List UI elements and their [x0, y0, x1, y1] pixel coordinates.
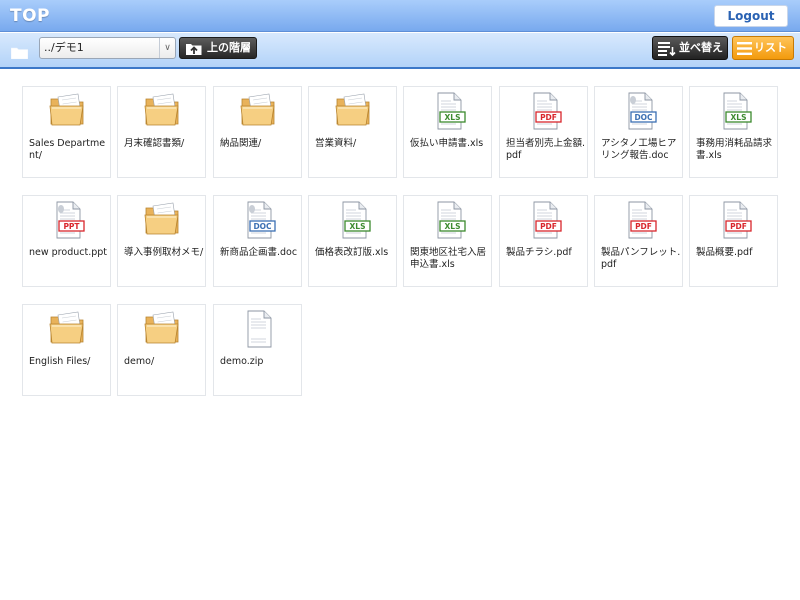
file-item[interactable]: XLS 事務用消耗品請求書.xls — [689, 86, 778, 178]
svg-text:XLS: XLS — [349, 222, 365, 231]
svg-text:DOC: DOC — [253, 222, 272, 231]
list-icon — [737, 42, 752, 55]
file-name: 関東地区社宅入居申込書.xls — [410, 247, 487, 270]
up-level-label: 上の階層 — [207, 41, 251, 54]
list-view-label: リスト — [754, 41, 787, 54]
up-level-button[interactable]: 上の階層 — [179, 37, 257, 59]
doc-file-icon: DOC — [595, 91, 684, 135]
folder-item[interactable]: 月末確認書類/ — [117, 86, 206, 178]
pdf-file-icon: PDF — [500, 91, 589, 135]
file-item[interactable]: PPT new product.ppt — [22, 195, 111, 287]
file-name: アシタノ工場ヒアリング報告.doc — [601, 138, 677, 161]
file-name: demo/ — [124, 356, 155, 367]
xls-file-icon: XLS — [690, 91, 779, 135]
sort-label: 並べ替え — [679, 41, 723, 54]
file-name: 製品概要.pdf — [696, 247, 753, 258]
svg-text:PDF: PDF — [540, 113, 557, 122]
chevron-down-icon: ∨ — [159, 38, 175, 58]
file-name: 事務用消耗品請求書.xls — [696, 138, 773, 161]
file-item[interactable]: DOC 新商品企画書.doc — [213, 195, 302, 287]
file-name: demo.zip — [220, 356, 264, 367]
file-name: 製品パンフレット.pdf — [601, 247, 681, 270]
file-name: English Files/ — [29, 356, 91, 367]
folder-item[interactable]: demo/ — [117, 304, 206, 396]
svg-text:XLS: XLS — [730, 113, 746, 122]
svg-text:PPT: PPT — [63, 222, 80, 231]
file-name: 担当者別売上金額.pdf — [506, 138, 586, 161]
folder-icon — [214, 91, 303, 135]
file-item[interactable]: demo.zip — [213, 304, 302, 396]
svg-text:DOC: DOC — [634, 113, 653, 122]
pdf-file-icon: PDF — [500, 200, 589, 244]
folder-icon — [118, 200, 207, 244]
ppt-file-icon: PPT — [23, 200, 112, 244]
file-item[interactable]: XLS 仮払い申請書.xls — [403, 86, 492, 178]
zip-file-icon — [214, 309, 303, 353]
file-item[interactable]: PDF 担当者別売上金額.pdf — [499, 86, 588, 178]
folder-icon — [23, 309, 112, 353]
folder-icon — [309, 91, 398, 135]
svg-text:PDF: PDF — [635, 222, 652, 231]
sort-button[interactable]: 並べ替え — [652, 36, 728, 60]
folder-icon — [118, 91, 207, 135]
toolbar: ../デモ1 ∨ 上の階層 並べ替え リスト — [0, 33, 800, 69]
folder-up-icon — [186, 44, 202, 55]
folder-item[interactable]: English Files/ — [22, 304, 111, 396]
file-name: 仮払い申請書.xls — [410, 138, 484, 149]
list-view-button[interactable]: リスト — [732, 36, 794, 60]
path-select-value: ../デモ1 — [44, 41, 84, 54]
file-item[interactable]: XLS 関東地区社宅入居申込書.xls — [403, 195, 492, 287]
file-item[interactable]: PDF 製品チラシ.pdf — [499, 195, 588, 287]
path-select[interactable]: ../デモ1 ∨ — [39, 37, 176, 59]
file-item[interactable]: PDF 製品パンフレット.pdf — [594, 195, 683, 287]
pdf-file-icon: PDF — [690, 200, 779, 244]
folder-icon — [118, 309, 207, 353]
doc-file-icon: DOC — [214, 200, 303, 244]
folder-icon — [11, 47, 28, 59]
file-name: 営業資料/ — [315, 138, 357, 149]
file-name: new product.ppt — [29, 247, 107, 258]
folder-item[interactable]: Sales Department/ — [22, 86, 111, 178]
header-bar: TOP Logout — [0, 0, 800, 32]
file-item[interactable]: PDF 製品概要.pdf — [689, 195, 778, 287]
svg-text:PDF: PDF — [730, 222, 747, 231]
svg-text:XLS: XLS — [444, 222, 460, 231]
folder-item[interactable]: 営業資料/ — [308, 86, 397, 178]
pdf-file-icon: PDF — [595, 200, 684, 244]
folder-item[interactable]: 導入事例取材メモ/ — [117, 195, 206, 287]
xls-file-icon: XLS — [309, 200, 398, 244]
xls-file-icon: XLS — [404, 200, 493, 244]
page-title: TOP — [10, 6, 51, 26]
svg-text:PDF: PDF — [540, 222, 557, 231]
file-name: 月末確認書類/ — [124, 138, 185, 149]
file-name: 導入事例取材メモ/ — [124, 247, 204, 258]
file-name: Sales Department/ — [29, 138, 106, 161]
file-name: 納品関連/ — [220, 138, 262, 149]
folder-item[interactable]: 納品関連/ — [213, 86, 302, 178]
logout-button[interactable]: Logout — [714, 5, 788, 27]
folder-icon — [23, 91, 112, 135]
file-name: 製品チラシ.pdf — [506, 247, 572, 258]
svg-text:XLS: XLS — [444, 113, 460, 122]
file-item[interactable]: DOC アシタノ工場ヒアリング報告.doc — [594, 86, 683, 178]
file-item[interactable]: XLS 価格表改訂版.xls — [308, 195, 397, 287]
file-name: 価格表改訂版.xls — [315, 247, 389, 258]
sort-icon — [658, 42, 676, 56]
file-name: 新商品企画書.doc — [220, 247, 298, 258]
xls-file-icon: XLS — [404, 91, 493, 135]
